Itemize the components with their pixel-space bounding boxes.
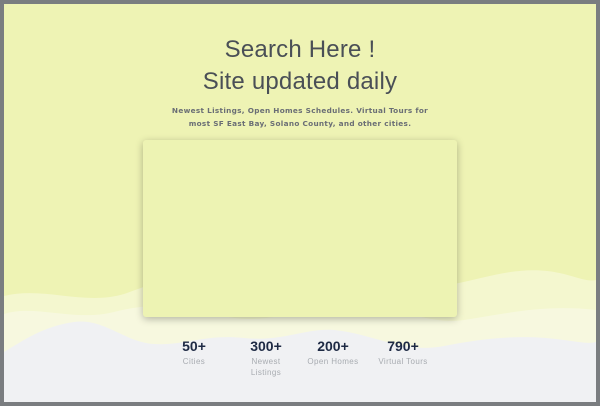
stat-label: Virtual Tours bbox=[378, 357, 428, 366]
stat-label: Open Homes bbox=[307, 357, 359, 366]
page-frame: Search Here ! Site updated daily Newest … bbox=[4, 4, 596, 402]
stat-value: 50+ bbox=[182, 338, 206, 354]
stat-label-line-1: Newest bbox=[251, 357, 281, 366]
hero-subtitle-line-1: Newest Listings, Open Homes Schedules. V… bbox=[171, 106, 429, 115]
hero-subtitle: Newest Listings, Open Homes Schedules. V… bbox=[164, 104, 436, 130]
stat-value: 300+ bbox=[250, 338, 282, 354]
stat-open-homes: 200+ Open Homes bbox=[300, 338, 366, 367]
hero-subtitle-line-2: most SF East Bay, Solano County, and oth… bbox=[188, 119, 412, 128]
stat-cities: 50+ Cities bbox=[164, 338, 224, 367]
stat-newest-listings: 300+ Newest Listings bbox=[234, 338, 298, 378]
stat-value: 200+ bbox=[317, 338, 349, 354]
hero-heading-line-2: Site updated daily bbox=[202, 68, 398, 95]
stat-label-line-2: Listings bbox=[250, 368, 282, 377]
stat-label: Newest Listings bbox=[234, 356, 298, 378]
stat-label: Cities bbox=[182, 357, 206, 366]
stat-value: 790+ bbox=[387, 338, 419, 354]
stat-virtual-tours: 790+ Virtual Tours bbox=[368, 338, 438, 367]
hero-heading-line-1: Search Here ! bbox=[224, 36, 376, 63]
search-widget-panel[interactable] bbox=[143, 140, 457, 317]
